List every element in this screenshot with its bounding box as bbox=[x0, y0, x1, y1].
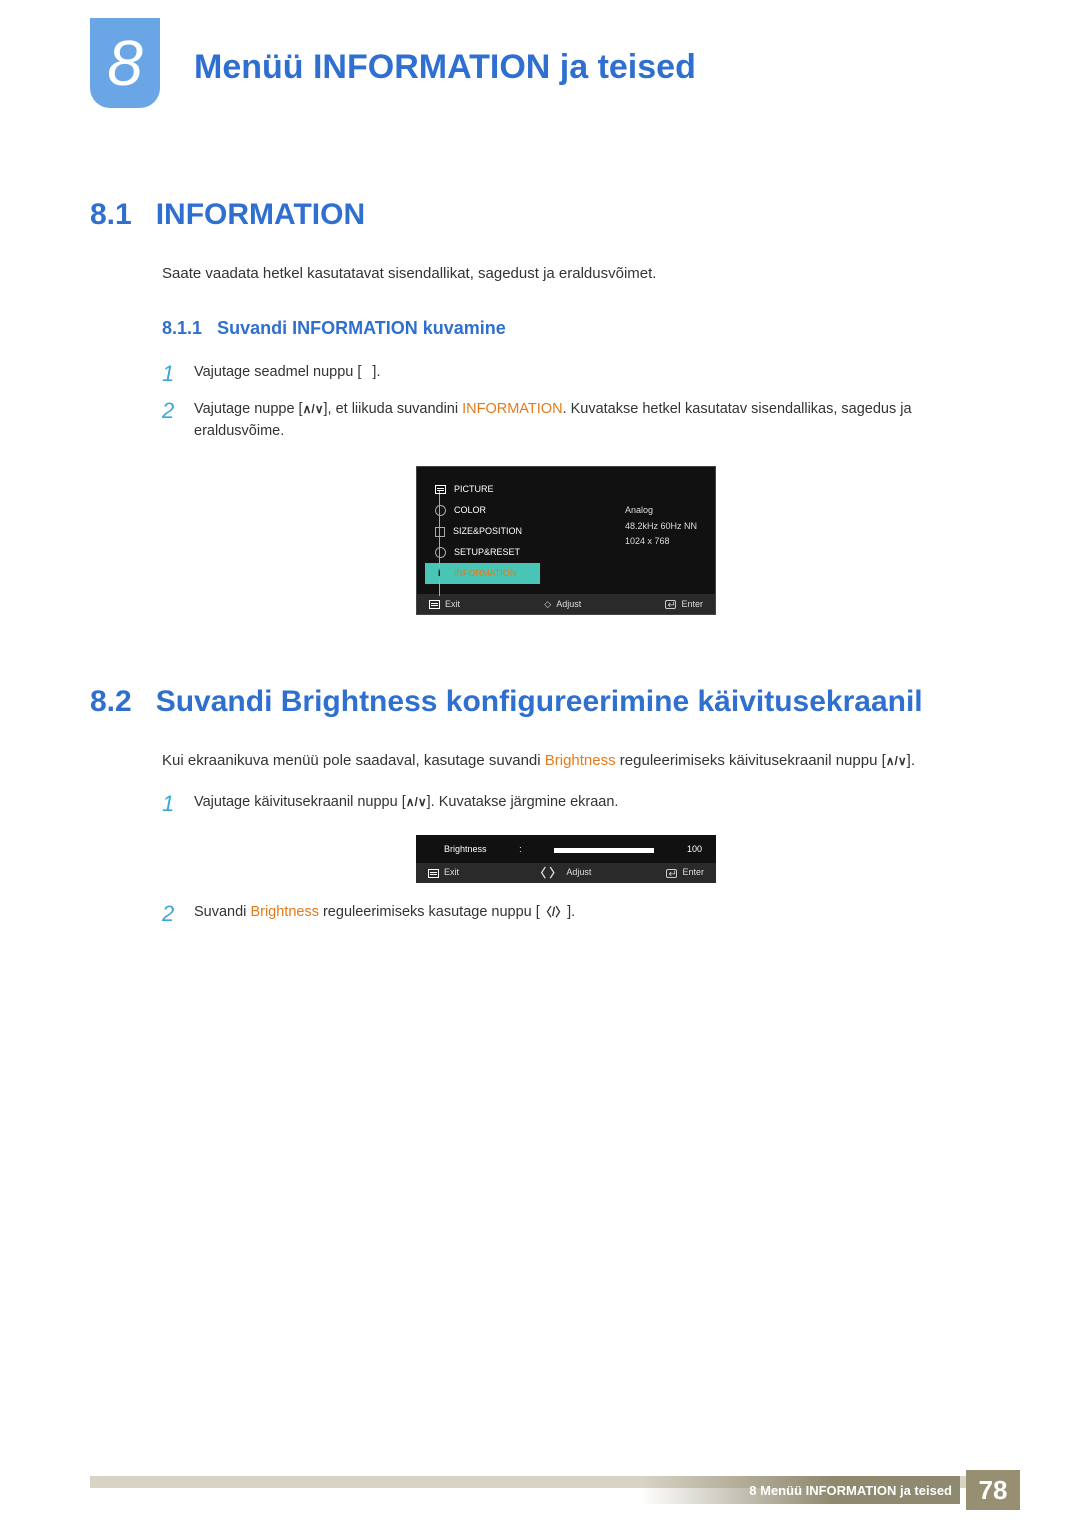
enter-icon bbox=[665, 600, 676, 609]
chapter-number: 8 bbox=[107, 26, 143, 100]
menu-icon bbox=[429, 600, 440, 609]
enter-icon bbox=[666, 869, 677, 878]
step-number: 2 bbox=[162, 901, 180, 927]
page-footer: 8 Menüü INFORMATION ja teised 78 bbox=[90, 1476, 1020, 1488]
subsection-8-1-1-heading: 8.1.1 Suvandi INFORMATION kuvamine bbox=[162, 315, 970, 343]
brightness-bar bbox=[554, 848, 654, 853]
brightness-value: 100 bbox=[687, 843, 702, 857]
left-right-icon: 〈 〉 bbox=[534, 867, 561, 879]
section-title: INFORMATION bbox=[156, 198, 365, 232]
footer-text: 8 Menüü INFORMATION ja teised bbox=[749, 1483, 952, 1498]
section-title: Suvandi Brightness konfigureerimine käiv… bbox=[156, 685, 923, 719]
up-down-icon: ∧/∨ bbox=[406, 796, 427, 808]
osd-footer-bar: Exit ◇Adjust Enter bbox=[417, 594, 715, 614]
step-number: 1 bbox=[162, 791, 180, 817]
section-8-2-intro: Kui ekraanikuva menüü pole saadaval, kas… bbox=[162, 749, 970, 772]
menu-icon bbox=[361, 367, 372, 376]
size-position-icon bbox=[435, 527, 445, 537]
info-icon bbox=[435, 568, 446, 579]
color-icon bbox=[435, 505, 446, 516]
osd-footer-bar: Exit 〈 〉Adjust Enter bbox=[416, 863, 716, 883]
menu-icon bbox=[428, 869, 439, 878]
osd-info-panel: Analog 48.2kHz 60Hz NN 1024 x 768 bbox=[625, 503, 697, 549]
section-number: 8.2 bbox=[90, 685, 132, 719]
brightness-sep: : bbox=[519, 843, 522, 857]
setup-reset-icon bbox=[435, 547, 446, 558]
step-1: 1 Vajutage seadmel nuppu []. bbox=[162, 361, 970, 387]
step-number: 1 bbox=[162, 361, 180, 387]
brightness-osd-screenshot: Brightness : 100 Exit 〈 〉Adjust Enter bbox=[416, 835, 716, 883]
section-8-1-heading: 8.1 INFORMATION bbox=[90, 198, 970, 232]
left-right-icon: 〈/〉 bbox=[540, 906, 567, 918]
highlight-brightness: Brightness bbox=[250, 904, 319, 920]
chapter-badge: 8 bbox=[90, 18, 160, 108]
osd-selected-item: INFORMATION bbox=[425, 563, 540, 584]
section-8-1-intro: Saate vaadata hetkel kasutatavat sisenda… bbox=[162, 262, 970, 285]
highlight-information: INFORMATION bbox=[462, 401, 562, 417]
brightness-label: Brightness bbox=[444, 843, 487, 857]
picture-icon bbox=[435, 485, 446, 494]
up-down-icon: ∧/∨ bbox=[303, 403, 324, 415]
highlight-brightness: Brightness bbox=[545, 752, 616, 769]
osd-menu-screenshot: PICTURE COLOR SIZE&POSITION SETUP&RESET … bbox=[416, 466, 716, 615]
step-2: 2 Suvandi Brightness reguleerimiseks kas… bbox=[162, 901, 970, 927]
step-number: 2 bbox=[162, 398, 180, 443]
chapter-title: Menüü INFORMATION ja teised bbox=[194, 48, 696, 87]
section-number: 8.1 bbox=[90, 198, 132, 232]
section-8-2-heading: 8.2 Suvandi Brightness konfigureerimine … bbox=[90, 685, 970, 719]
up-down-icon: ∧/∨ bbox=[886, 755, 907, 767]
page-number: 78 bbox=[966, 1470, 1020, 1510]
up-down-icon: ◇ bbox=[544, 598, 551, 612]
chapter-header: 8 Menüü INFORMATION ja teised bbox=[0, 0, 1080, 108]
step-1: 1 Vajutage käivitusekraanil nuppu [∧/∨].… bbox=[162, 791, 970, 817]
step-2: 2 Vajutage nuppe [∧/∨], et liikuda suvan… bbox=[162, 398, 970, 443]
